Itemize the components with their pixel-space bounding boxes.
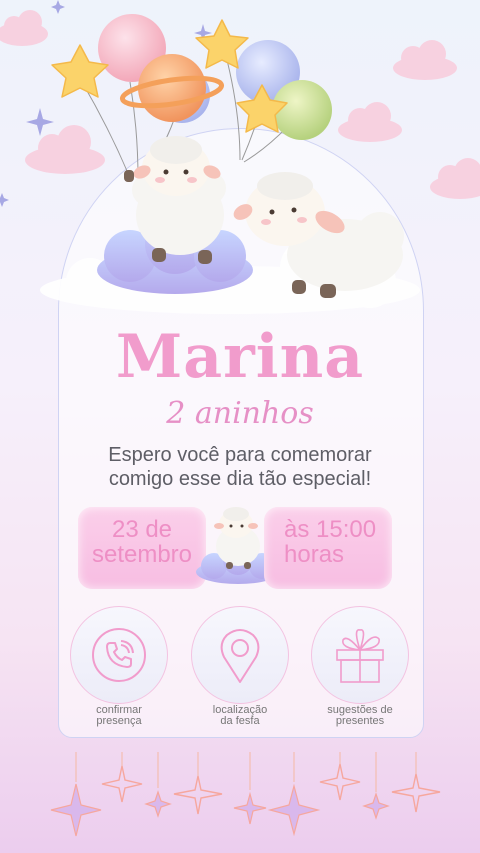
child-name: Marina	[115, 322, 365, 392]
star-decoration	[173, 775, 223, 815]
star-decoration	[144, 790, 172, 818]
event-date-badge: 23 de setembro	[78, 507, 206, 589]
party-location-label: localização da fesfa	[175, 705, 305, 727]
star-decoration	[233, 791, 267, 825]
hanging-stars-decoration	[50, 752, 441, 837]
star-decoration	[391, 773, 441, 813]
hero-illustration	[40, 14, 420, 314]
event-time-line: às 15:00	[284, 516, 377, 543]
phone-icon	[92, 628, 146, 682]
event-time-badge: às 15:00 horas	[264, 507, 392, 589]
event-date-line: 23 de	[111, 516, 173, 543]
star-decoration	[362, 792, 390, 820]
event-time-line: horas	[284, 541, 345, 568]
party-location-label-line: da fesfa	[220, 715, 260, 727]
map-pin-icon	[220, 629, 260, 683]
event-date-line: setembro	[91, 541, 193, 568]
star-decoration	[319, 763, 361, 801]
gift-icon	[336, 629, 384, 683]
star-decoration	[267, 783, 321, 837]
gift-suggestions-button[interactable]	[311, 606, 409, 704]
party-location-button[interactable]	[191, 606, 289, 704]
confirm-attendance-button[interactable]	[70, 606, 168, 704]
child-age: 2 aninhos	[166, 396, 314, 431]
gift-suggestions-label: sugestões de presentes	[295, 705, 425, 727]
sparkle-decoration	[0, 193, 9, 207]
star-decoration	[50, 783, 102, 837]
gift-suggestions-label-line: presentes	[335, 715, 385, 727]
invite-message-line: comigo esse dia tão especial!	[108, 468, 372, 490]
star-decoration	[101, 765, 143, 803]
invite-message-line: Espero você para comemorar	[108, 444, 372, 466]
confirm-attendance-label: confirmar presença	[54, 705, 184, 727]
invite-message: Espero você para comemorar comigo esse d…	[70, 443, 410, 491]
confirm-attendance-label-line: presença	[96, 715, 142, 727]
